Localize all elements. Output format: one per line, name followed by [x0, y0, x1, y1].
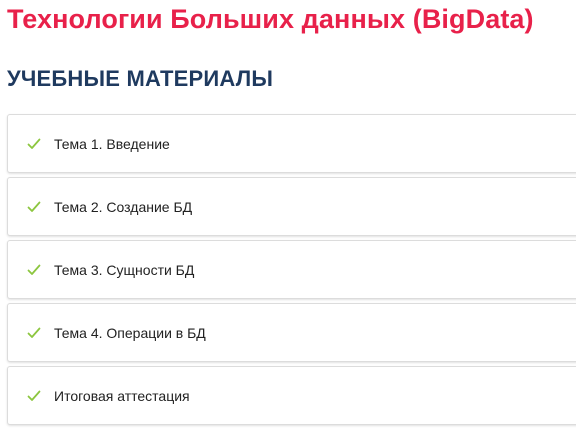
lesson-label: Тема 1. Введение	[54, 135, 170, 152]
check-icon	[27, 200, 41, 214]
lesson-label: Итоговая аттестация	[54, 387, 190, 404]
lesson-item-4[interactable]: Тема 4. Операции в БД	[7, 303, 576, 362]
lesson-label: Тема 2. Создание БД	[54, 198, 193, 215]
course-title: Технологии Больших данных (BigData)	[7, 4, 534, 34]
lesson-item-2[interactable]: Тема 2. Создание БД	[7, 177, 576, 236]
course-page: Технологии Больших данных (BigData) УЧЕБ…	[0, 0, 576, 433]
check-icon	[27, 263, 41, 277]
lesson-item-1[interactable]: Тема 1. Введение	[7, 114, 576, 173]
lesson-label: Тема 3. Сущности БД	[54, 261, 195, 278]
check-icon	[27, 389, 41, 403]
check-icon	[27, 137, 41, 151]
lesson-list: Тема 1. Введение Тема 2. Создание БД Тем…	[7, 114, 576, 429]
lesson-item-5[interactable]: Итоговая аттестация	[7, 366, 576, 425]
check-icon	[27, 326, 41, 340]
lesson-label: Тема 4. Операции в БД	[54, 324, 206, 341]
lesson-item-3[interactable]: Тема 3. Сущности БД	[7, 240, 576, 299]
section-heading: УЧЕБНЫЕ МАТЕРИАЛЫ	[7, 66, 274, 91]
